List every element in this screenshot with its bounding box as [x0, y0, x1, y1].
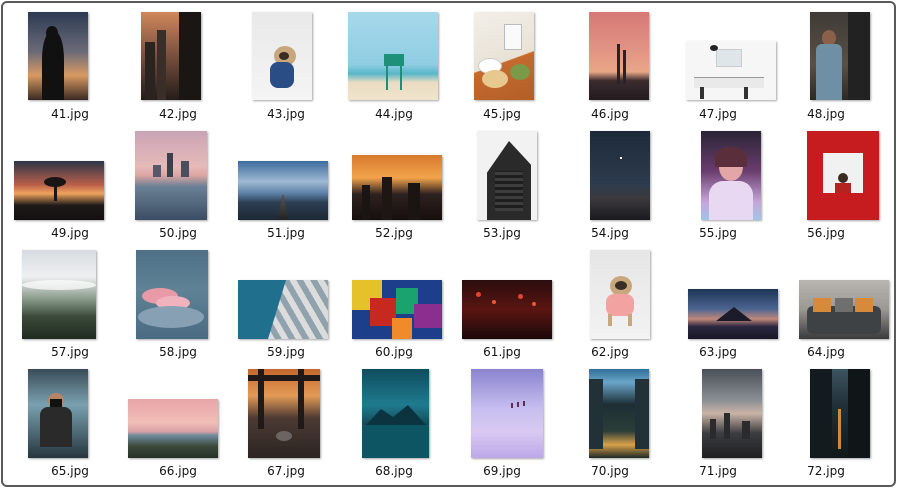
file-name: 46.jpg — [591, 107, 629, 121]
file-item-58[interactable]: 58.jpg — [123, 249, 233, 367]
thumbnail-71 — [702, 369, 762, 458]
thumbnail-60 — [352, 280, 442, 339]
file-name: 58.jpg — [159, 345, 197, 359]
file-item-64[interactable]: 64.jpg — [771, 249, 889, 367]
file-name: 57.jpg — [51, 345, 89, 359]
thumbnail-52 — [352, 155, 442, 220]
file-item-47[interactable]: 47.jpg — [663, 11, 776, 129]
file-name: 53.jpg — [483, 226, 521, 240]
thumbnail-45 — [474, 12, 534, 100]
file-name: 61.jpg — [483, 345, 521, 359]
thumbnail-41 — [28, 12, 88, 100]
thumbnail-46 — [589, 12, 649, 100]
file-item-53[interactable]: 53.jpg — [447, 130, 557, 248]
file-name: 66.jpg — [159, 464, 197, 478]
thumbnail-65 — [28, 369, 88, 458]
file-item-72[interactable]: 72.jpg — [771, 368, 881, 486]
file-name: 67.jpg — [267, 464, 305, 478]
file-item-51[interactable]: 51.jpg — [231, 130, 341, 248]
file-name: 63.jpg — [699, 345, 737, 359]
thumbnail-grid: 41.jpg 42.jpg 43.jpg 44.jpg 45.jpg 46.jp… — [5, 3, 892, 483]
file-name: 45.jpg — [483, 107, 521, 121]
file-item-44[interactable]: 44.jpg — [339, 11, 449, 129]
thumbnail-49 — [14, 161, 104, 220]
file-item-46[interactable]: 46.jpg — [555, 11, 665, 129]
file-name: 59.jpg — [267, 345, 305, 359]
file-item-62[interactable]: 62.jpg — [555, 249, 665, 367]
thumbnail-66 — [128, 399, 218, 458]
file-name: 72.jpg — [807, 464, 845, 478]
thumbnail-53 — [477, 131, 537, 220]
file-item-43[interactable]: 43.jpg — [231, 11, 341, 129]
file-item-59[interactable]: 59.jpg — [231, 249, 341, 367]
file-item-41[interactable]: 41.jpg — [15, 11, 125, 129]
file-item-71[interactable]: 71.jpg — [663, 368, 773, 486]
file-name: 68.jpg — [375, 464, 413, 478]
file-name: 69.jpg — [483, 464, 521, 478]
file-name: 60.jpg — [375, 345, 413, 359]
file-item-67[interactable]: 67.jpg — [231, 368, 341, 486]
file-item-42[interactable]: 42.jpg — [123, 11, 233, 129]
file-item-56[interactable]: 56.jpg — [771, 130, 881, 248]
file-name: 55.jpg — [699, 226, 737, 240]
file-item-65[interactable]: 65.jpg — [15, 368, 125, 486]
file-name: 41.jpg — [51, 107, 89, 121]
thumbnail-57 — [22, 250, 96, 339]
file-name: 65.jpg — [51, 464, 89, 478]
thumbnail-48 — [810, 12, 870, 100]
thumbnail-54 — [590, 131, 650, 220]
thumbnail-69 — [471, 369, 543, 458]
thumbnail-70 — [589, 369, 649, 458]
thumbnail-42 — [141, 12, 201, 100]
thumbnail-44 — [348, 12, 438, 100]
file-name: 47.jpg — [699, 107, 737, 121]
thumbnail-59 — [238, 280, 328, 339]
file-name: 64.jpg — [807, 345, 845, 359]
file-item-63[interactable]: 63.jpg — [663, 249, 778, 367]
file-name: 43.jpg — [267, 107, 305, 121]
file-name: 49.jpg — [51, 226, 89, 240]
file-item-49[interactable]: 49.jpg — [14, 130, 125, 248]
thumbnail-50 — [135, 131, 207, 220]
file-name: 52.jpg — [375, 226, 413, 240]
file-item-45[interactable]: 45.jpg — [447, 11, 557, 129]
thumbnail-72 — [810, 369, 870, 458]
thumbnail-68 — [362, 369, 429, 458]
thumbnail-67 — [248, 369, 320, 458]
thumbnail-55 — [701, 131, 761, 220]
thumbnail-56 — [807, 131, 879, 220]
file-name: 54.jpg — [591, 226, 629, 240]
file-item-50[interactable]: 50.jpg — [123, 130, 233, 248]
file-item-52[interactable]: 52.jpg — [339, 130, 449, 248]
file-name: 56.jpg — [807, 226, 845, 240]
thumbnail-64 — [799, 280, 889, 339]
file-item-61[interactable]: 61.jpg — [447, 249, 557, 367]
file-name: 42.jpg — [159, 107, 197, 121]
file-item-57[interactable]: 57.jpg — [15, 249, 125, 367]
file-browser-window: 41.jpg 42.jpg 43.jpg 44.jpg 45.jpg 46.jp… — [1, 1, 896, 487]
file-item-69[interactable]: 69.jpg — [447, 368, 557, 486]
file-item-70[interactable]: 70.jpg — [555, 368, 665, 486]
file-name: 71.jpg — [699, 464, 737, 478]
file-name: 51.jpg — [267, 226, 305, 240]
file-item-54[interactable]: 54.jpg — [555, 130, 665, 248]
thumbnail-61 — [462, 280, 552, 339]
file-name: 50.jpg — [159, 226, 197, 240]
thumbnail-63 — [688, 289, 778, 339]
file-item-66[interactable]: 66.jpg — [123, 368, 233, 486]
thumbnail-43 — [252, 12, 312, 100]
thumbnail-47 — [686, 41, 776, 100]
file-item-60[interactable]: 60.jpg — [339, 249, 449, 367]
file-name: 62.jpg — [591, 345, 629, 359]
thumbnail-62 — [590, 250, 650, 339]
file-name: 48.jpg — [807, 107, 845, 121]
file-name: 44.jpg — [375, 107, 413, 121]
thumbnail-51 — [238, 161, 328, 220]
file-item-55[interactable]: 55.jpg — [663, 130, 773, 248]
file-item-68[interactable]: 68.jpg — [339, 368, 449, 486]
file-name: 70.jpg — [591, 464, 629, 478]
file-item-48[interactable]: 48.jpg — [771, 11, 881, 129]
thumbnail-58 — [136, 250, 208, 339]
